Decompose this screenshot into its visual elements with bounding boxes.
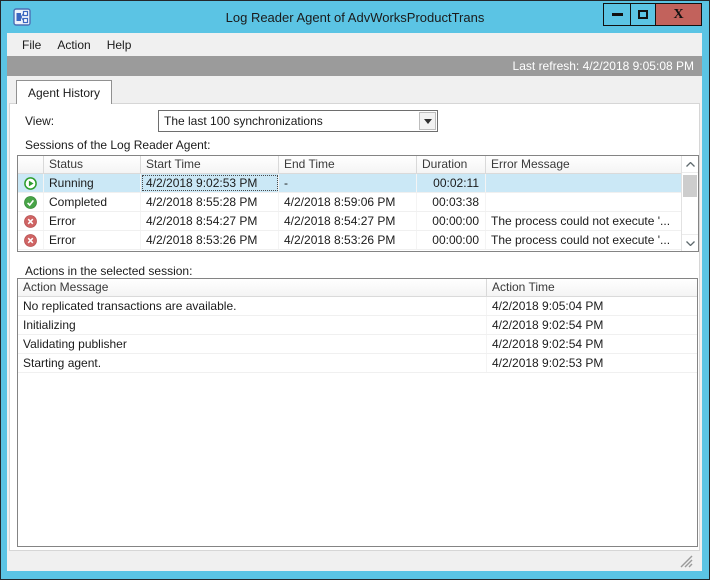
close-button[interactable]: X	[655, 3, 702, 26]
action-message: Validating publisher	[18, 335, 487, 353]
status-bar	[7, 551, 702, 571]
action-row[interactable]: Validating publisher 4/2/2018 9:02:54 PM	[18, 335, 697, 354]
session-status: Error	[44, 231, 141, 249]
action-message: No replicated transactions are available…	[18, 297, 487, 315]
session-end-time: -	[279, 174, 417, 192]
col-error-message[interactable]: Error Message	[486, 156, 681, 173]
session-start-time: 4/2/2018 9:02:53 PM	[141, 174, 279, 192]
sessions-table-inner: Status Start Time End Time Duration Erro…	[18, 156, 681, 251]
view-dropdown-value: The last 100 synchronizations	[164, 114, 323, 128]
sessions-scrollbar[interactable]	[681, 156, 698, 251]
log-reader-agent-window: Log Reader Agent of AdvWorksProductTrans…	[0, 0, 710, 580]
scroll-up-icon[interactable]	[682, 156, 698, 173]
session-status: Error	[44, 212, 141, 230]
session-end-time: 4/2/2018 8:53:26 PM	[279, 231, 417, 249]
session-error	[486, 193, 681, 211]
session-start-time: 4/2/2018 8:53:26 PM	[141, 231, 279, 249]
session-duration: 00:02:11	[417, 174, 486, 192]
minimize-button[interactable]	[603, 3, 631, 26]
action-message: Starting agent.	[18, 354, 487, 372]
agent-history-panel: View: The last 100 synchronizations Sess…	[9, 103, 700, 551]
window-controls: X	[603, 3, 702, 26]
session-end-time: 4/2/2018 8:54:27 PM	[279, 212, 417, 230]
session-duration: 00:00:00	[417, 212, 486, 230]
actions-label: Actions in the selected session:	[25, 264, 193, 278]
session-status: Completed	[44, 193, 141, 211]
actions-table: Action Message Action Time No replicated…	[17, 278, 698, 547]
error-icon	[18, 212, 44, 230]
maximize-icon	[638, 10, 648, 19]
running-icon	[18, 174, 44, 192]
session-error: The process could not execute '...	[491, 233, 671, 247]
minimize-icon	[611, 13, 623, 16]
session-start-time: 4/2/2018 8:55:28 PM	[141, 193, 279, 211]
menu-help[interactable]: Help	[99, 35, 140, 55]
session-row[interactable]: Completed 4/2/2018 8:55:28 PM 4/2/2018 8…	[18, 193, 681, 212]
tab-agent-history[interactable]: Agent History	[16, 80, 113, 104]
menubar: File Action Help	[7, 33, 702, 56]
session-row[interactable]: Error 4/2/2018 8:54:27 PM 4/2/2018 8:54:…	[18, 212, 681, 231]
actions-table-header: Action Message Action Time	[18, 279, 697, 297]
completed-icon	[18, 193, 44, 211]
refresh-bar: Last refresh: 4/2/2018 9:05:08 PM	[7, 56, 702, 76]
col-action-time[interactable]: Action Time	[487, 279, 697, 296]
col-end-time[interactable]: End Time	[279, 156, 417, 173]
session-row[interactable]: Running 4/2/2018 9:02:53 PM - 00:02:11	[18, 174, 681, 193]
action-time: 4/2/2018 9:05:04 PM	[492, 299, 604, 313]
view-dropdown-button[interactable]	[419, 112, 436, 130]
session-duration: 00:03:38	[417, 193, 486, 211]
window-content: File Action Help Last refresh: 4/2/2018 …	[7, 33, 702, 571]
resize-grip[interactable]	[680, 555, 693, 568]
action-time: 4/2/2018 9:02:54 PM	[492, 337, 604, 351]
menu-action[interactable]: Action	[49, 35, 98, 55]
session-row[interactable]: Error 4/2/2018 8:53:26 PM 4/2/2018 8:53:…	[18, 231, 681, 250]
session-error	[486, 174, 681, 192]
action-row[interactable]: Initializing 4/2/2018 9:02:54 PM	[18, 316, 697, 335]
col-action-message[interactable]: Action Message	[18, 279, 487, 296]
action-row[interactable]: Starting agent. 4/2/2018 9:02:53 PM	[18, 354, 697, 373]
sessions-table: Status Start Time End Time Duration Erro…	[17, 155, 699, 252]
session-duration: 00:00:00	[417, 231, 486, 249]
col-status-icon[interactable]	[18, 156, 44, 173]
col-duration[interactable]: Duration	[417, 156, 486, 173]
col-status[interactable]: Status	[44, 156, 141, 173]
col-start-time[interactable]: Start Time	[141, 156, 279, 173]
view-dropdown[interactable]: The last 100 synchronizations	[158, 110, 438, 132]
titlebar: Log Reader Agent of AdvWorksProductTrans…	[1, 1, 709, 33]
close-icon: X	[673, 6, 684, 22]
tab-label: Agent History	[28, 85, 101, 100]
action-message: Initializing	[18, 316, 487, 334]
scroll-down-icon[interactable]	[682, 234, 698, 251]
action-row[interactable]: No replicated transactions are available…	[18, 297, 697, 316]
session-status: Running	[44, 174, 141, 192]
sessions-label: Sessions of the Log Reader Agent:	[25, 138, 211, 152]
last-refresh-text: Last refresh: 4/2/2018 9:05:08 PM	[512, 59, 694, 73]
session-error: The process could not execute '...	[491, 214, 671, 228]
session-end-time: 4/2/2018 8:59:06 PM	[279, 193, 417, 211]
view-label: View:	[25, 114, 55, 128]
menu-file[interactable]: File	[14, 35, 49, 55]
scrollbar-thumb[interactable]	[683, 175, 697, 197]
error-icon	[18, 231, 44, 249]
action-time: 4/2/2018 9:02:54 PM	[492, 318, 604, 332]
maximize-button[interactable]	[630, 3, 656, 26]
tab-area: Agent History View: The last 100 synchro…	[7, 76, 702, 551]
sessions-table-header: Status Start Time End Time Duration Erro…	[18, 156, 681, 174]
session-start-time: 4/2/2018 8:54:27 PM	[141, 212, 279, 230]
action-time: 4/2/2018 9:02:53 PM	[492, 356, 604, 370]
chevron-down-icon	[423, 118, 432, 124]
